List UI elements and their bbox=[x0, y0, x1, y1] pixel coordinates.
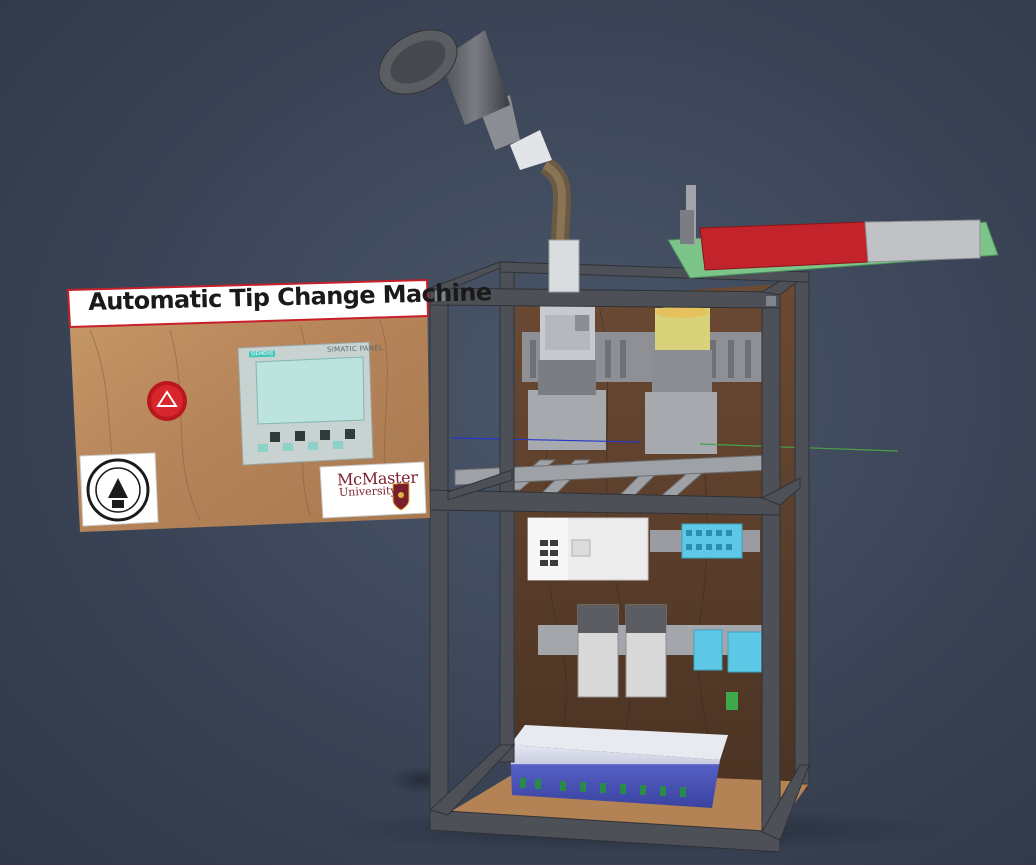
hmi-button-f2[interactable] bbox=[295, 431, 305, 441]
hmi-button-f1[interactable] bbox=[270, 432, 280, 442]
power-supply-unit bbox=[510, 725, 728, 808]
hmi-brand-label: SIEMENS bbox=[248, 350, 276, 358]
emergency-stop-icon[interactable] bbox=[147, 381, 187, 421]
welding-torch bbox=[378, 29, 580, 293]
university-name-line2: University bbox=[338, 483, 397, 500]
terminal-blocks-upper bbox=[681, 523, 743, 559]
hmi-button-f3[interactable] bbox=[320, 430, 330, 440]
hmi-panel[interactable] bbox=[237, 341, 374, 466]
top-slide-assembly bbox=[667, 185, 999, 279]
society-seal-icon bbox=[79, 452, 159, 527]
hmi-button-f4[interactable] bbox=[345, 429, 355, 439]
machine-render-scene bbox=[66, 29, 999, 853]
plc-module bbox=[527, 517, 649, 581]
